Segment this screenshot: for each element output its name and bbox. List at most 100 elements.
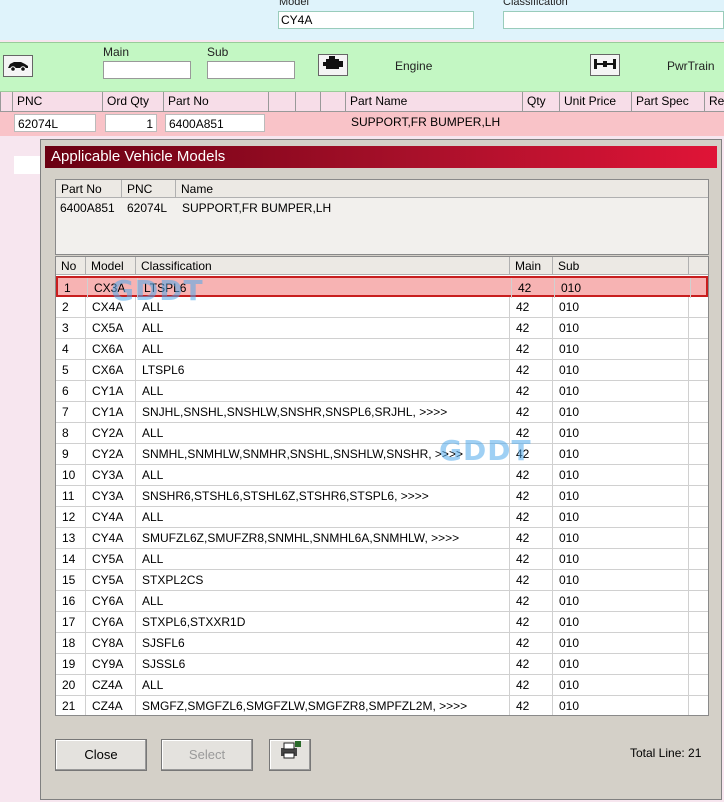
model-row[interactable]: 12 CY4A ALL 42 010 (56, 507, 708, 528)
row-sub: 010 (553, 549, 689, 569)
model-field[interactable]: CY4A (278, 11, 474, 29)
row-sub: 010 (555, 278, 691, 298)
model-row[interactable]: 7 CY1A SNJHL,SNSHL,SNSHLW,SNSHR,SNSPL6,SRJ… (56, 402, 708, 423)
engine-button[interactable] (318, 54, 348, 76)
car-button[interactable] (3, 55, 33, 77)
row-main: 42 (510, 465, 553, 485)
row-main: 42 (510, 402, 553, 422)
model-row[interactable]: 1 CX3A LTSPL6 42 010 (56, 276, 708, 298)
row-model: CY1A (86, 402, 136, 422)
model-row[interactable]: 20 CZ4A ALL 42 010 (56, 675, 708, 696)
model-row[interactable]: 8 CY2A ALL 42 010 (56, 423, 708, 444)
row-model: CX4A (86, 297, 136, 317)
col-unit-price[interactable]: Unit Price (559, 92, 631, 111)
row-classification: SMUFZL6Z,SMUFZR8,SNMHL,SNMHL6A,SNMHLW, >… (136, 528, 510, 548)
info-part-no: 6400A851 (60, 201, 115, 215)
total-lines: Total Line: 21 (630, 746, 702, 760)
row-classification: LTSPL6 (136, 360, 510, 380)
ord-qty-cell[interactable]: 1 (105, 114, 157, 132)
model-row[interactable]: 18 CY8A SJSFL6 42 010 (56, 633, 708, 654)
row-no: 10 (56, 465, 86, 485)
model-row[interactable]: 14 CY5A ALL 42 010 (56, 549, 708, 570)
row-sub: 010 (553, 423, 689, 443)
row-classification: ALL (136, 549, 510, 569)
grid-header-sub[interactable]: Sub (553, 257, 689, 275)
row-model: CZ4A (86, 675, 136, 695)
filter-strip: Model CY4A Classification (0, 0, 724, 40)
row-classification: ALL (136, 297, 510, 317)
row-model: CY3A (86, 465, 136, 485)
row-no: 7 (56, 402, 86, 422)
model-row[interactable]: 6 CY1A ALL 42 010 (56, 381, 708, 402)
info-header-name: Name (176, 180, 708, 198)
model-row[interactable]: 3 CX5A ALL 42 010 (56, 318, 708, 339)
model-row[interactable]: 5 CX6A LTSPL6 42 010 (56, 360, 708, 381)
col-part-name[interactable]: Part Name (345, 92, 522, 111)
model-row[interactable]: 17 CY6A STXPL6,STXXR1D 42 010 (56, 612, 708, 633)
col-qty[interactable]: Qty (522, 92, 559, 111)
row-main: 42 (510, 318, 553, 338)
part-no-cell[interactable]: 6400A851 (165, 114, 265, 132)
grid-header-no[interactable]: No (56, 257, 86, 275)
row-sub: 010 (553, 675, 689, 695)
model-row[interactable]: 16 CY6A ALL 42 010 (56, 591, 708, 612)
col-part-spec[interactable]: Part Spec (631, 92, 704, 111)
col-part-no[interactable]: Part No (163, 92, 268, 111)
models-grid[interactable]: No Model Classification Main Sub 1 CX3A LT… (55, 256, 709, 716)
row-classification: SNSHR6,STSHL6,STSHL6Z,STSHR6,STSPL6, >>>… (136, 486, 510, 506)
select-button[interactable]: Select (161, 739, 253, 771)
row-main: 42 (510, 423, 553, 443)
col-blank-1 (268, 92, 295, 111)
info-header-part-no: Part No (56, 180, 122, 198)
col-blank-2 (295, 92, 320, 111)
classification-field[interactable] (503, 11, 724, 29)
row-sub: 010 (553, 318, 689, 338)
row-sub: 010 (553, 465, 689, 485)
row-no: 16 (56, 591, 86, 611)
row-no: 2 (56, 297, 86, 317)
model-row[interactable]: 10 CY3A ALL 42 010 (56, 465, 708, 486)
row-filler (689, 549, 708, 569)
model-row[interactable]: 21 CZ4A SMGFZ,SMGFZL6,SMGFZLW,SMGFZR8,SMPF… (56, 696, 708, 715)
col-ord-qty[interactable]: Ord Qty (102, 92, 163, 111)
model-row[interactable]: 15 CY5A STXPL2CS 42 010 (56, 570, 708, 591)
axle-button[interactable] (590, 54, 620, 76)
row-filler (689, 633, 708, 653)
row-filler (689, 654, 708, 674)
model-row[interactable]: 9 CY2A SNMHL,SNMHLW,SNMHR,SNSHL,SNSHLW,SNS… (56, 444, 708, 465)
col-marker (0, 92, 12, 111)
info-pnc: 62074L (127, 201, 168, 215)
model-row[interactable]: 13 CY4A SMUFZL6Z,SMUFZR8,SNMHL,SNMHL6A,SNM… (56, 528, 708, 549)
model-label: Model (279, 0, 309, 8)
row-main: 42 (510, 381, 553, 401)
row-filler (689, 444, 708, 464)
row-no: 6 (56, 381, 86, 401)
row-main: 42 (510, 486, 553, 506)
model-row[interactable]: 4 CX6A ALL 42 010 (56, 339, 708, 360)
row-classification: STXPL2CS (136, 570, 510, 590)
row-model: CY2A (86, 444, 136, 464)
print-button[interactable] (269, 739, 311, 771)
row-sub: 010 (553, 696, 689, 715)
group-toolbar: Main Sub Engine PwrTrain (0, 42, 724, 92)
model-row[interactable]: 19 CY9A SJSSL6 42 010 (56, 654, 708, 675)
row-sub: 010 (553, 297, 689, 317)
grid-header-classification[interactable]: Classification (136, 257, 510, 275)
grid-header-main[interactable]: Main (510, 257, 553, 275)
row-filler (689, 423, 708, 443)
sub-field[interactable] (207, 61, 295, 79)
close-button[interactable]: Close (55, 739, 147, 771)
col-re[interactable]: Re (704, 92, 724, 111)
row-main: 42 (510, 675, 553, 695)
col-pnc[interactable]: PNC (12, 92, 102, 111)
model-row[interactable]: 11 CY3A SNSHR6,STSHL6,STSHL6Z,STSHR6,STSPL… (56, 486, 708, 507)
grid-header-model[interactable]: Model (86, 257, 136, 275)
model-row[interactable]: 2 CX4A ALL 42 010 (56, 297, 708, 318)
row-main: 42 (510, 297, 553, 317)
main-field[interactable] (103, 61, 191, 79)
car-icon (6, 58, 30, 75)
pnc-cell[interactable]: 62074L (14, 114, 96, 132)
row-model: CY4A (86, 528, 136, 548)
parts-row[interactable]: 62074L 1 6400A851 SUPPORT,FR BUMPER,LH (0, 112, 724, 136)
sub-label: Sub (207, 45, 229, 59)
